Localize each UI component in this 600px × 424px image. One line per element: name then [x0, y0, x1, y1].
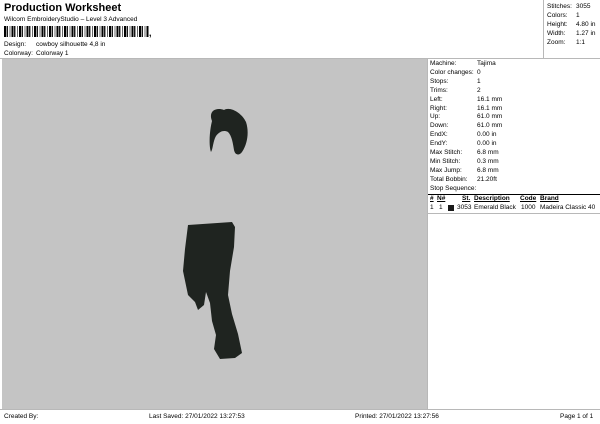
- info-label: Max Stitch:: [430, 149, 463, 156]
- barcode-suffix: ,: [149, 28, 152, 38]
- colorway-label: Colorway:: [4, 50, 33, 57]
- info-label: EndY:: [430, 140, 448, 148]
- col-header-num: #: [430, 195, 434, 202]
- row-num: 1: [430, 204, 434, 211]
- info-label: Max Jump:: [430, 166, 462, 174]
- height-value: 4.80 in: [576, 21, 596, 28]
- cowboy-silhouette: [183, 108, 248, 359]
- page-number: Page 1 of 1: [560, 413, 594, 420]
- info-value: 61.0 mm: [477, 122, 503, 130]
- colorway-value: Colorway 1: [36, 50, 69, 57]
- info-label: Color changes:: [430, 68, 474, 76]
- info-value: 6.8 mm: [477, 149, 499, 156]
- info-label: Left:: [430, 95, 443, 103]
- barcode: [4, 26, 149, 37]
- stitches-label: Stitches:: [547, 3, 572, 10]
- stats-divider: [543, 0, 544, 59]
- info-value: 2: [477, 86, 481, 94]
- printed-date: Printed: 27/01/2022 13:27:56: [355, 413, 439, 420]
- info-label: Right:: [430, 104, 447, 112]
- row-brand: Madeira Classic 40: [540, 204, 596, 211]
- info-value: 61.0 mm: [477, 113, 503, 121]
- info-value: 1: [477, 77, 481, 85]
- stop-table-top-rule: [428, 194, 600, 195]
- design-value: cowboy silhouette 4,8 in: [36, 41, 106, 48]
- info-value: 16.1 mm: [477, 95, 503, 103]
- thread-color-swatch: [448, 205, 454, 211]
- info-label: Up:: [430, 113, 441, 121]
- zoom-value: 1:1: [576, 39, 586, 46]
- row-code: 1000: [521, 204, 536, 211]
- info-value: 0: [477, 68, 481, 76]
- colors-label: Colors:: [547, 12, 568, 19]
- info-value: 0.3 mm: [477, 157, 499, 165]
- col-header-description: Description: [474, 195, 510, 202]
- info-value: Tajima: [477, 60, 496, 67]
- panel-divider: [427, 58, 428, 409]
- col-header-brand: Brand: [540, 195, 559, 202]
- footer-divider: [0, 409, 600, 410]
- stop-sequence-title: Stop Sequence:: [430, 185, 477, 192]
- page-title: Production Worksheet: [4, 2, 122, 14]
- info-value: 21.20ft: [477, 175, 497, 183]
- stop-table-bottom-rule: [428, 213, 600, 214]
- height-label: Height:: [547, 21, 568, 28]
- info-label: Trims:: [430, 86, 448, 94]
- row-description: Emerald Black: [474, 204, 516, 211]
- width-label: Width:: [547, 30, 566, 37]
- stitches-value: 3055: [576, 3, 591, 10]
- info-label: Stops:: [430, 77, 449, 85]
- info-value: 16.1 mm: [477, 104, 503, 112]
- col-header-code: Code: [520, 195, 537, 202]
- info-label: Total Bobbin:: [430, 175, 468, 183]
- col-header-n: N#: [437, 195, 446, 202]
- design-label: Design:: [4, 41, 27, 48]
- col-header-st: St.: [462, 195, 471, 202]
- width-value: 1.27 in: [576, 30, 596, 37]
- last-saved: Last Saved: 27/01/2022 13:27:53: [149, 413, 245, 420]
- row-n: 1: [439, 204, 443, 211]
- row-stitches: 3053: [457, 204, 472, 211]
- design-preview: [2, 59, 427, 409]
- colors-value: 1: [576, 12, 580, 19]
- info-value: 0.00 in: [477, 131, 497, 139]
- info-label: Down:: [430, 122, 449, 130]
- info-label: Machine:: [430, 60, 457, 67]
- software-subtitle: Wilcom EmbroideryStudio – Level 3 Advanc…: [4, 16, 138, 23]
- info-value: 6.8 mm: [477, 166, 499, 174]
- info-label: Min Stitch:: [430, 157, 461, 165]
- created-by: Created By:: [4, 413, 39, 420]
- info-value: 0.00 in: [477, 140, 497, 148]
- zoom-label: Zoom:: [547, 39, 566, 46]
- info-label: EndX:: [430, 131, 448, 139]
